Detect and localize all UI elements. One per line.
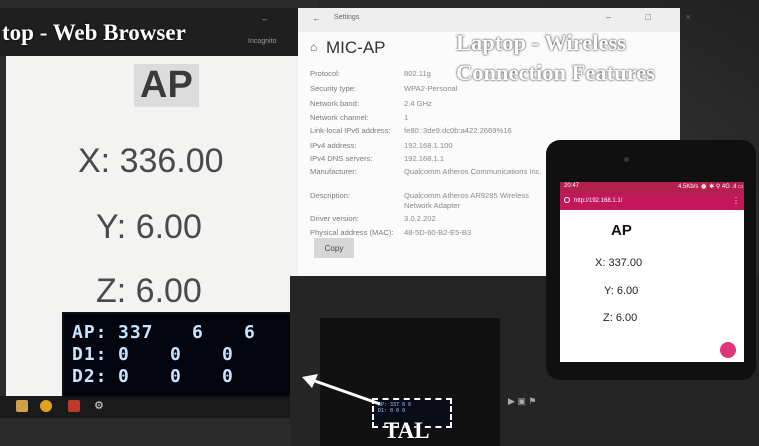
arrow-line bbox=[311, 378, 381, 406]
caption-wireless-features: Laptop - Wireless Connection Features bbox=[456, 30, 655, 85]
caption-tal: TAL bbox=[384, 418, 430, 443]
photo-scene: – □ × Incognito AP X: 336.00 Y: 6.00 Z: … bbox=[0, 0, 759, 446]
caption-web-browser: top - Web Browser bbox=[2, 20, 186, 45]
